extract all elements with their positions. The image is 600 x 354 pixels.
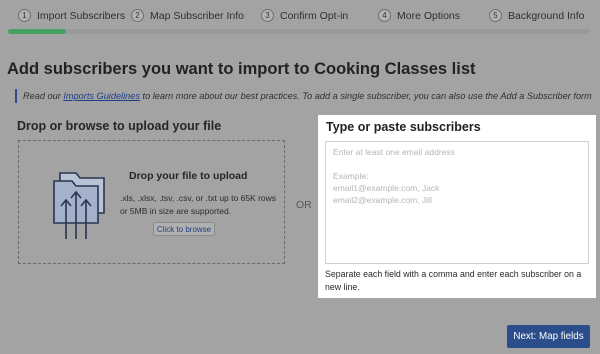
placeholder-line: Example: <box>333 171 369 181</box>
progress-track <box>8 29 590 34</box>
step-number: 2 <box>131 9 144 22</box>
note-suffix: to learn more about our best practices. … <box>139 91 592 101</box>
paste-subscribers-panel: Type or paste subscribers Enter at least… <box>318 115 596 298</box>
step-number: 5 <box>489 9 502 22</box>
progress-fill <box>8 29 66 34</box>
import-stepper: 1 Import Subscribers 2 Map Subscriber In… <box>0 0 600 36</box>
guidelines-note: Read our Imports Guidelines to learn mor… <box>15 89 592 103</box>
placeholder-line: email2@example.com, Jill <box>333 195 432 205</box>
paste-section-title: Type or paste subscribers <box>326 120 481 134</box>
imports-guidelines-link[interactable]: Imports Guidelines <box>63 91 140 101</box>
step-more-options[interactable]: 4 More Options <box>378 9 460 22</box>
or-divider: OR <box>296 199 312 211</box>
upload-section-title: Drop or browse to upload your file <box>17 119 222 133</box>
step-import-subscribers[interactable]: 1 Import Subscribers <box>18 9 125 22</box>
placeholder-line: email1@example.com, Jack <box>333 183 440 193</box>
step-number: 4 <box>378 9 391 22</box>
placeholder-line: Enter at least one email address <box>333 147 455 157</box>
drop-heading: Drop your file to upload <box>129 170 248 182</box>
step-number: 1 <box>18 9 31 22</box>
browse-button[interactable]: Click to browse <box>153 222 215 236</box>
step-number: 3 <box>261 9 274 22</box>
next-map-fields-button[interactable]: Next: Map fields <box>507 325 590 348</box>
supported-formats-text: .xls, .xlsx, .tsv, .csv, or .txt up to 6… <box>120 193 277 216</box>
note-prefix: Read our <box>23 91 64 101</box>
file-dropzone[interactable]: Drop your file to upload .xls, .xlsx, .t… <box>18 140 285 264</box>
subscribers-textarea[interactable]: Enter at least one email address Example… <box>325 141 589 264</box>
step-label: More Options <box>397 9 461 22</box>
step-label: Background Info <box>508 9 585 22</box>
step-label: Map Subscriber Info <box>150 9 244 22</box>
folder-upload-icon <box>53 172 105 239</box>
step-label: Import Subscribers <box>37 9 126 22</box>
step-confirm-opt-in[interactable]: 3 Confirm Opt-in <box>261 9 348 22</box>
step-background-info[interactable]: 5 Background Info <box>489 9 584 22</box>
page-title: Add subscribers you want to import to Co… <box>7 60 476 78</box>
step-label: Confirm Opt-in <box>280 9 349 22</box>
paste-helper-text: Separate each field with a comma and ent… <box>325 269 582 292</box>
step-map-subscriber-info[interactable]: 2 Map Subscriber Info <box>131 9 244 22</box>
